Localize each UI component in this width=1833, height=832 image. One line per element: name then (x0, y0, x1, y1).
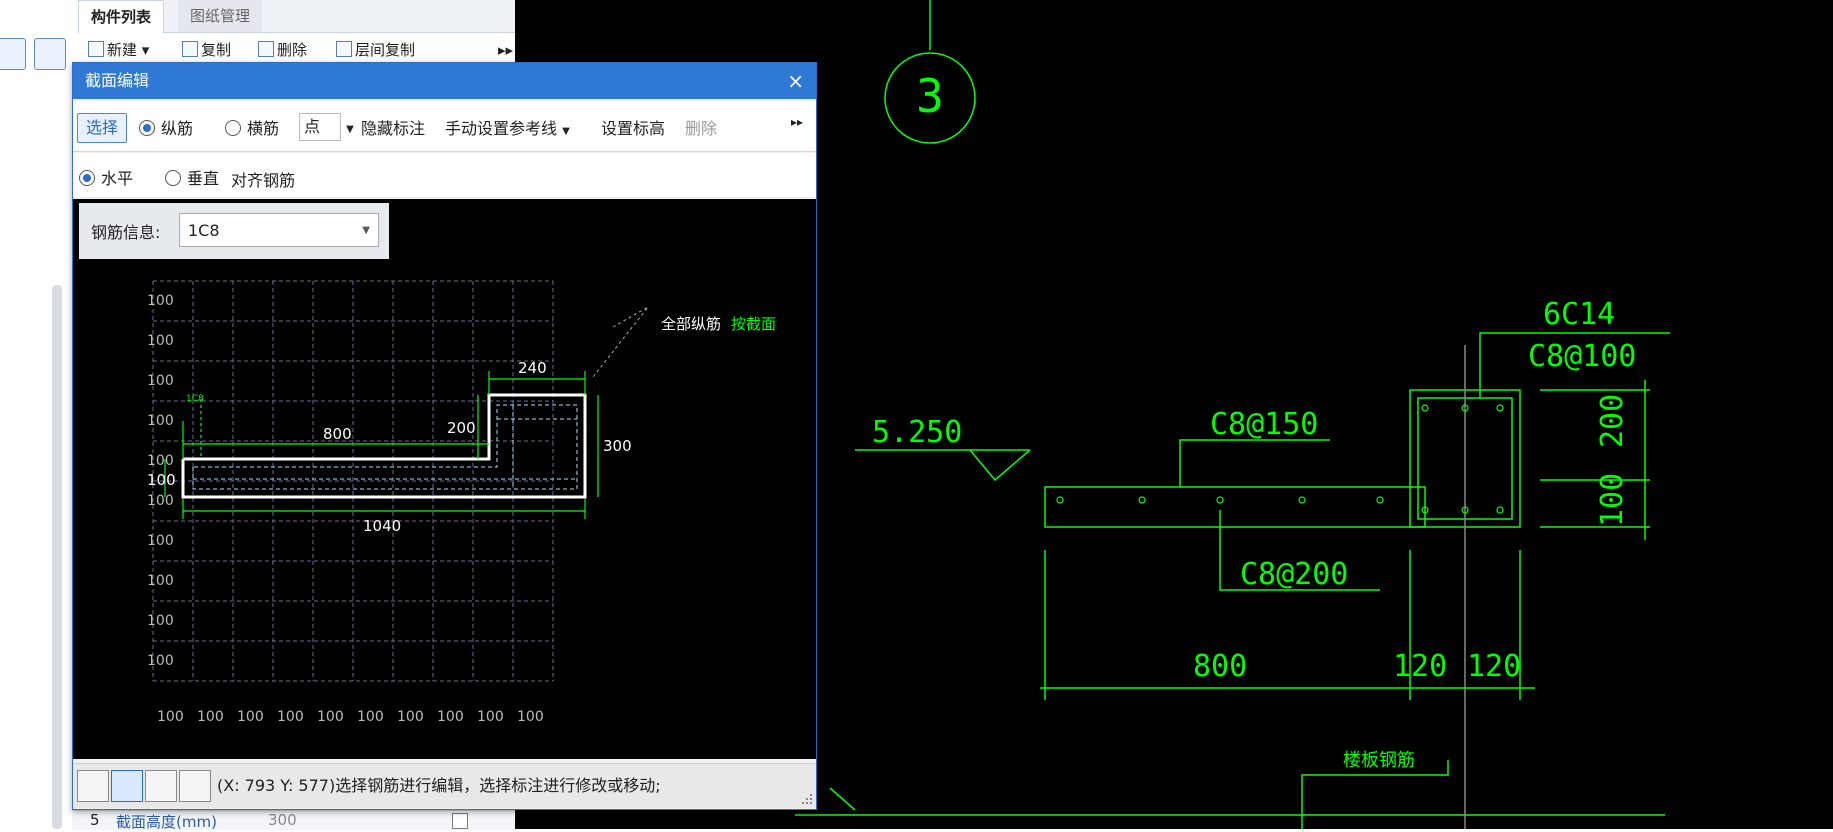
grid-label-y: 100 (147, 573, 174, 589)
grid-label-y: 100 (147, 373, 174, 389)
perpendicular-icon[interactable] (145, 770, 177, 802)
chevron-down-icon: ▼ (346, 124, 354, 135)
panel-toolbar: 新建 ▾ 复制 删除 层间复制 ▸▸ (78, 38, 515, 62)
close-icon[interactable]: × (787, 63, 804, 99)
rebar-bot: C8@200 (1240, 557, 1348, 592)
dim-100: 100 (147, 471, 176, 489)
property-index: 5 (90, 811, 100, 829)
slab-outline (1044, 486, 1426, 528)
align-rebar-button[interactable]: 对齐钢筋 (231, 167, 295, 191)
grid-label-y: 100 (147, 493, 174, 509)
grid-label-y: 100 (147, 293, 174, 309)
dim-800: 800 (323, 425, 352, 443)
grid-label-y: 100 (147, 653, 174, 669)
tab-drawing-management[interactable]: 图纸管理 (178, 0, 263, 32)
dim-100: 100 (1595, 473, 1630, 527)
dim-1040: 1040 (363, 517, 401, 535)
property-row[interactable]: 5 截面高度(mm) 300 (72, 810, 514, 831)
tab-component-list[interactable]: 构件列表 (78, 0, 165, 33)
radio-transverse[interactable]: 横筋 (225, 115, 279, 139)
copy-button[interactable]: 复制 (182, 38, 231, 62)
set-elevation-button[interactable]: 设置标高 (601, 115, 665, 139)
radio-on-icon (139, 120, 155, 136)
annot-all-rebar: 全部纵筋 (661, 315, 721, 333)
grid-label-y: 100 (147, 333, 174, 349)
delete-icon (258, 41, 274, 57)
new-button[interactable]: 新建 ▾ (88, 38, 149, 62)
panel-scrollbar[interactable] (52, 285, 62, 829)
panel-tabs: 构件列表 图纸管理 (78, 0, 515, 33)
point-dropdown[interactable]: 点 ▼ (299, 113, 354, 141)
snap-line-icon[interactable] (111, 770, 143, 802)
dim-120a: 120 (1393, 649, 1447, 684)
status-text: (X: 793 Y: 577)选择钢筋进行编辑，选择标注进行修改或移动; (217, 776, 661, 795)
dim-200: 200 (1595, 394, 1630, 448)
rebar-top1: 6C14 (1543, 297, 1615, 332)
radio-off-icon (165, 170, 181, 186)
grid-label-y: 100 (147, 533, 174, 549)
section-drawing-area[interactable]: 钢筋信息: 1C8 ▼ 100 100 100 100 100 100 100 100 100 10… (73, 199, 816, 759)
layer-copy-icon (336, 41, 352, 57)
grid-label-y: 100 (147, 453, 174, 469)
grid-label-x: 100 (157, 709, 184, 725)
grid-label-y: 100 (147, 613, 174, 629)
section-outline (181, 393, 587, 499)
grid-label-x: 100 (517, 709, 544, 725)
list-view-icon[interactable] (0, 38, 26, 70)
hide-annotation-button[interactable]: 隐藏标注 (361, 115, 425, 139)
resize-grip-icon[interactable] (802, 794, 812, 804)
dialog-title: 截面编辑 (85, 71, 150, 90)
radio-longitudinal[interactable]: 纵筋 (139, 115, 193, 139)
section-svg: 100 100 100 100 100 100 100 100 100 100 100 100 100 1… (147, 280, 776, 725)
dim-800: 800 (1193, 649, 1247, 684)
radio-on-icon (79, 170, 95, 186)
elevation-symbol (969, 449, 1031, 482)
rebar-top2: C8@100 (1528, 339, 1636, 374)
more-icon[interactable]: ▸▸ (791, 115, 803, 129)
dimension-icon[interactable] (179, 770, 211, 802)
radio-horizontal[interactable]: 水平 (79, 165, 133, 189)
grid-label-x: 100 (357, 709, 384, 725)
dim-240: 240 (518, 359, 547, 377)
grid-label-x: 100 (277, 709, 304, 725)
slab-label: 楼板钢筋 (1343, 750, 1415, 771)
grid-label-x: 100 (237, 709, 264, 725)
layer-copy-button[interactable]: 层间复制 (336, 38, 415, 62)
delete-button[interactable]: 删除 (258, 38, 307, 62)
grid-label-y: 100 (147, 413, 174, 429)
select-button[interactable]: 选择 (77, 113, 127, 143)
grid-label-x: 100 (317, 709, 344, 725)
dim-120b: 120 (1467, 649, 1521, 684)
more-icon[interactable]: ▸▸ (498, 38, 513, 62)
annot-by-section: 按截面 (731, 315, 776, 333)
radio-off-icon (225, 120, 241, 136)
dialog-title-bar[interactable]: 截面编辑 × (73, 63, 816, 99)
grid-label-x: 100 (197, 709, 224, 725)
dialog-toolbar-1: 选择 纵筋 横筋 点 ▼ 隐藏标注 手动设置参考线 ▼ 设置标高 删除 ▸▸ (73, 101, 816, 152)
radio-vertical[interactable]: 垂直 (165, 165, 219, 189)
property-checkbox[interactable] (452, 813, 468, 829)
axis-label: 3 (916, 69, 944, 123)
dim-300: 300 (603, 437, 632, 455)
manual-ref-line-button[interactable]: 手动设置参考线 ▼ (445, 115, 570, 139)
new-icon (88, 41, 104, 57)
ortho-icon[interactable] (77, 770, 109, 802)
copy-icon (182, 41, 198, 57)
dialog-toolbar-2: 水平 垂直 对齐钢筋 (73, 153, 816, 197)
rebar-mid: C8@150 (1210, 407, 1318, 442)
rebar-small-label: 1C8 (186, 394, 204, 404)
dim-200: 200 (447, 419, 476, 437)
delete-button-disabled[interactable]: 删除 (685, 115, 717, 139)
property-value[interactable]: 300 (268, 811, 297, 829)
grid-label-x: 100 (397, 709, 424, 725)
chevron-down-icon: ▼ (562, 126, 570, 137)
section-edit-dialog: 截面编辑 × 选择 纵筋 横筋 点 ▼ 隐藏标注 手动设置参考线 ▼ 设置标高 … (72, 62, 817, 810)
elevation-text: 5.250 (872, 415, 962, 450)
dialog-status-bar: (X: 793 Y: 577)选择钢筋进行编辑，选择标注进行修改或移动; (73, 763, 816, 808)
detail-view-icon[interactable] (34, 38, 66, 70)
grid-label-x: 100 (437, 709, 464, 725)
grid-label-x: 100 (477, 709, 504, 725)
